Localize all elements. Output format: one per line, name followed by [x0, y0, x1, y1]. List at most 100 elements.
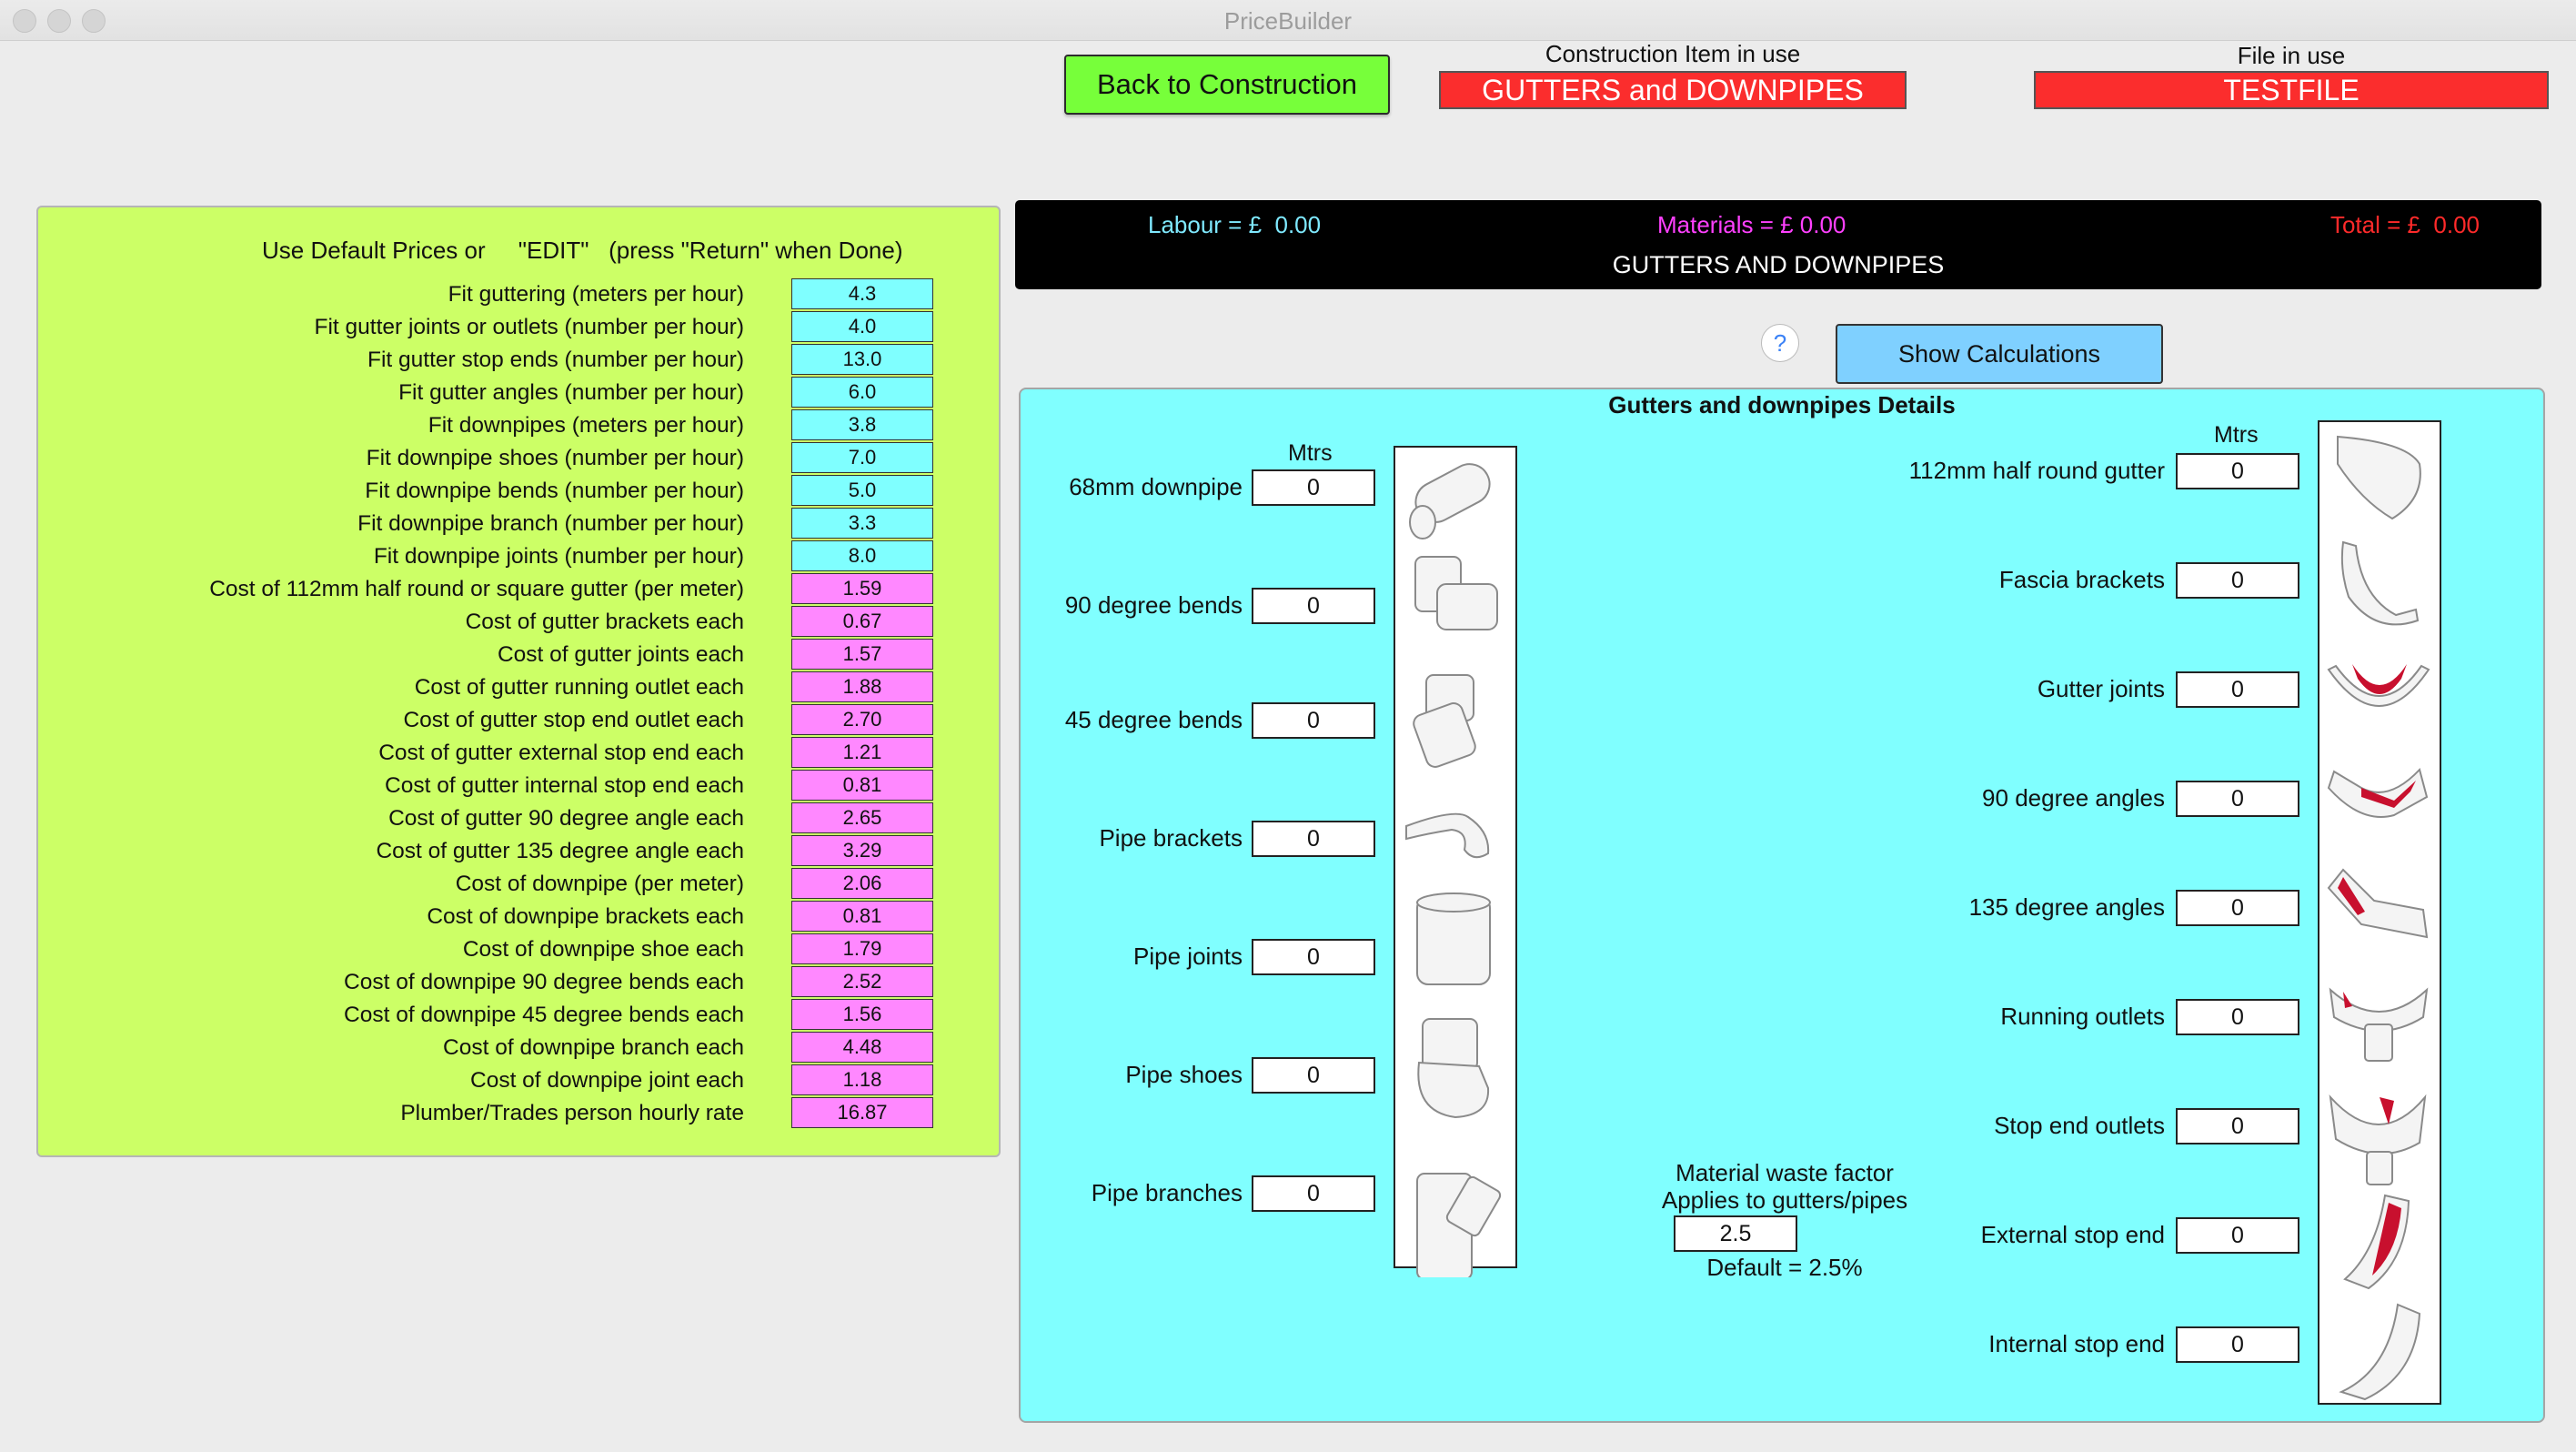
gutter-quantity-input[interactable]: 0	[2176, 999, 2299, 1035]
price-row: Cost of gutter 135 degree angle each 3.29	[38, 835, 999, 868]
price-input[interactable]: 1.56	[791, 999, 933, 1030]
back-to-construction-button[interactable]: Back to Construction	[1064, 55, 1390, 115]
show-calculations-button[interactable]: Show Calculations	[1836, 324, 2163, 384]
construction-item-label: Construction Item in use	[1545, 40, 1801, 67]
gutter-joint-icon	[2325, 642, 2432, 758]
price-label: Fit downpipe joints (number per hour)	[373, 544, 744, 569]
price-input[interactable]: 3.29	[791, 835, 933, 866]
price-input[interactable]: 5.0	[791, 475, 933, 506]
fascia-bracket-icon	[2325, 533, 2432, 649]
price-row: Cost of gutter joints each 1.57	[38, 639, 999, 671]
gutter-item-label: Fascia brackets	[1998, 566, 2165, 593]
file-in-use-value: TESTFILE	[2034, 71, 2549, 109]
price-row: Fit downpipe joints (number per hour) 8.0	[38, 540, 999, 573]
gutter-quantity-input[interactable]: 0	[2176, 1108, 2299, 1144]
price-input[interactable]: 0.81	[791, 901, 933, 932]
summary-title: GUTTERS AND DOWNPIPES	[1612, 251, 1945, 278]
price-input[interactable]: 2.06	[791, 868, 933, 899]
price-label: Cost of gutter 90 degree angle each	[388, 806, 744, 831]
price-row: Plumber/Trades person hourly rate 16.87	[38, 1097, 999, 1130]
details-panel: Gutters and downpipes Details Mtrs Mtrs …	[1019, 388, 2545, 1423]
price-input[interactable]: 13.0	[791, 344, 933, 375]
downpipe-quantity-input[interactable]: 0	[1252, 702, 1375, 739]
downpipe-item-label: Pipe brackets	[1099, 824, 1243, 852]
running-outlet-icon	[2325, 970, 2432, 1085]
gutter-units-label: Mtrs	[2214, 422, 2259, 448]
price-input[interactable]: 2.52	[791, 966, 933, 997]
title-bar: PriceBuilder	[0, 0, 2576, 41]
price-input[interactable]: 2.70	[791, 704, 933, 735]
price-label: Cost of 112mm half round or square gutte…	[209, 577, 744, 601]
price-input[interactable]: 1.88	[791, 671, 933, 702]
angle-90-icon	[2325, 751, 2432, 867]
help-icon[interactable]: ?	[1761, 324, 1799, 362]
price-input[interactable]: 0.81	[791, 770, 933, 801]
price-input[interactable]: 6.0	[791, 377, 933, 408]
price-row: Cost of gutter running outlet each 1.88	[38, 671, 999, 704]
price-label: Cost of gutter 135 degree angle each	[376, 839, 744, 863]
gutter-quantity-input[interactable]: 0	[2176, 453, 2299, 489]
downpipe-quantity-input[interactable]: 0	[1252, 588, 1375, 624]
pipe-branch-icon	[1401, 1166, 1508, 1282]
file-in-use-label: File in use	[2237, 42, 2346, 69]
price-row: Fit gutter stop ends (number per hour) 13…	[38, 344, 999, 377]
price-input[interactable]: 7.0	[791, 442, 933, 473]
price-input[interactable]: 1.79	[791, 933, 933, 964]
price-label: Plumber/Trades person hourly rate	[400, 1101, 744, 1125]
gutter-quantity-input[interactable]: 0	[2176, 671, 2299, 708]
gutter-quantity-input[interactable]: 0	[2176, 781, 2299, 817]
price-input[interactable]: 4.0	[791, 311, 933, 342]
price-row: Cost of downpipe branch each 4.48	[38, 1032, 999, 1064]
pipe-shoe-icon	[1401, 1012, 1508, 1127]
downpipe-item-label: 45 degree bends	[1064, 706, 1243, 733]
price-label: Fit guttering (meters per hour)	[448, 282, 744, 307]
gutter-quantity-input[interactable]: 0	[2176, 890, 2299, 926]
price-row: Cost of gutter 90 degree angle each 2.65	[38, 802, 999, 835]
downpipe-quantity-input[interactable]: 0	[1252, 1057, 1375, 1094]
price-row: Fit downpipe bends (number per hour) 5.0	[38, 475, 999, 508]
downpipe-item-label: 68mm downpipe	[1069, 473, 1243, 500]
price-label: Cost of gutter brackets each	[465, 610, 744, 634]
gutter-item-label: 90 degree angles	[1982, 784, 2165, 812]
waste-factor-label: Material waste factor Applies to gutters…	[1639, 1159, 1930, 1214]
gutter-quantity-input[interactable]: 0	[2176, 1217, 2299, 1254]
price-label: Cost of gutter internal stop end each	[385, 773, 744, 798]
pipe-joint-icon	[1401, 884, 1508, 1000]
downpipe-quantity-input[interactable]: 0	[1252, 821, 1375, 857]
gutter-item-label: 135 degree angles	[1968, 893, 2165, 921]
price-row: Cost of gutter stop end outlet each 2.70	[38, 704, 999, 737]
construction-item-value: GUTTERS and DOWNPIPES	[1439, 71, 1907, 109]
price-input[interactable]: 1.59	[791, 573, 933, 604]
grand-total: Total = £ 0.00	[2329, 211, 2480, 238]
details-title: Gutters and downpipes Details	[1608, 391, 1956, 418]
price-input[interactable]: 4.48	[791, 1032, 933, 1063]
price-input[interactable]: 8.0	[791, 540, 933, 571]
downpipe-images-column	[1394, 446, 1517, 1280]
gutter-quantity-input[interactable]: 0	[2176, 1326, 2299, 1363]
price-input[interactable]: 1.18	[791, 1064, 933, 1095]
price-input[interactable]: 0.67	[791, 606, 933, 637]
price-input[interactable]: 16.87	[791, 1097, 933, 1128]
price-input[interactable]: 1.21	[791, 737, 933, 768]
price-row: Cost of downpipe shoe each 1.79	[38, 933, 999, 966]
price-row: Cost of downpipe (per meter) 2.06	[38, 868, 999, 901]
price-label: Cost of gutter running outlet each	[414, 675, 744, 700]
waste-factor-applies: Applies to gutters/pipes	[1661, 1186, 1908, 1214]
price-row: Cost of downpipe brackets each 0.81	[38, 901, 999, 933]
price-input[interactable]: 4.3	[791, 278, 933, 309]
downpipe-item-label: Pipe shoes	[1125, 1061, 1243, 1088]
price-row: Fit gutter joints or outlets (number per…	[38, 311, 999, 344]
gutter-quantity-input[interactable]: 0	[2176, 562, 2299, 599]
price-row: Cost of 112mm half round or square gutte…	[38, 573, 999, 606]
waste-factor-input[interactable]: 2.5	[1674, 1215, 1797, 1252]
half-round-gutter-icon	[2325, 424, 2432, 539]
downpipe-quantity-input[interactable]: 0	[1252, 939, 1375, 975]
price-input[interactable]: 2.65	[791, 802, 933, 833]
price-input[interactable]: 1.57	[791, 639, 933, 670]
downpipe-quantity-input[interactable]: 0	[1252, 469, 1375, 506]
price-label: Fit gutter angles (number per hour)	[398, 380, 744, 405]
price-input[interactable]: 3.8	[791, 409, 933, 440]
price-label: Fit downpipe branch (number per hour)	[357, 511, 744, 536]
price-input[interactable]: 3.3	[791, 508, 933, 539]
downpipe-quantity-input[interactable]: 0	[1252, 1175, 1375, 1212]
